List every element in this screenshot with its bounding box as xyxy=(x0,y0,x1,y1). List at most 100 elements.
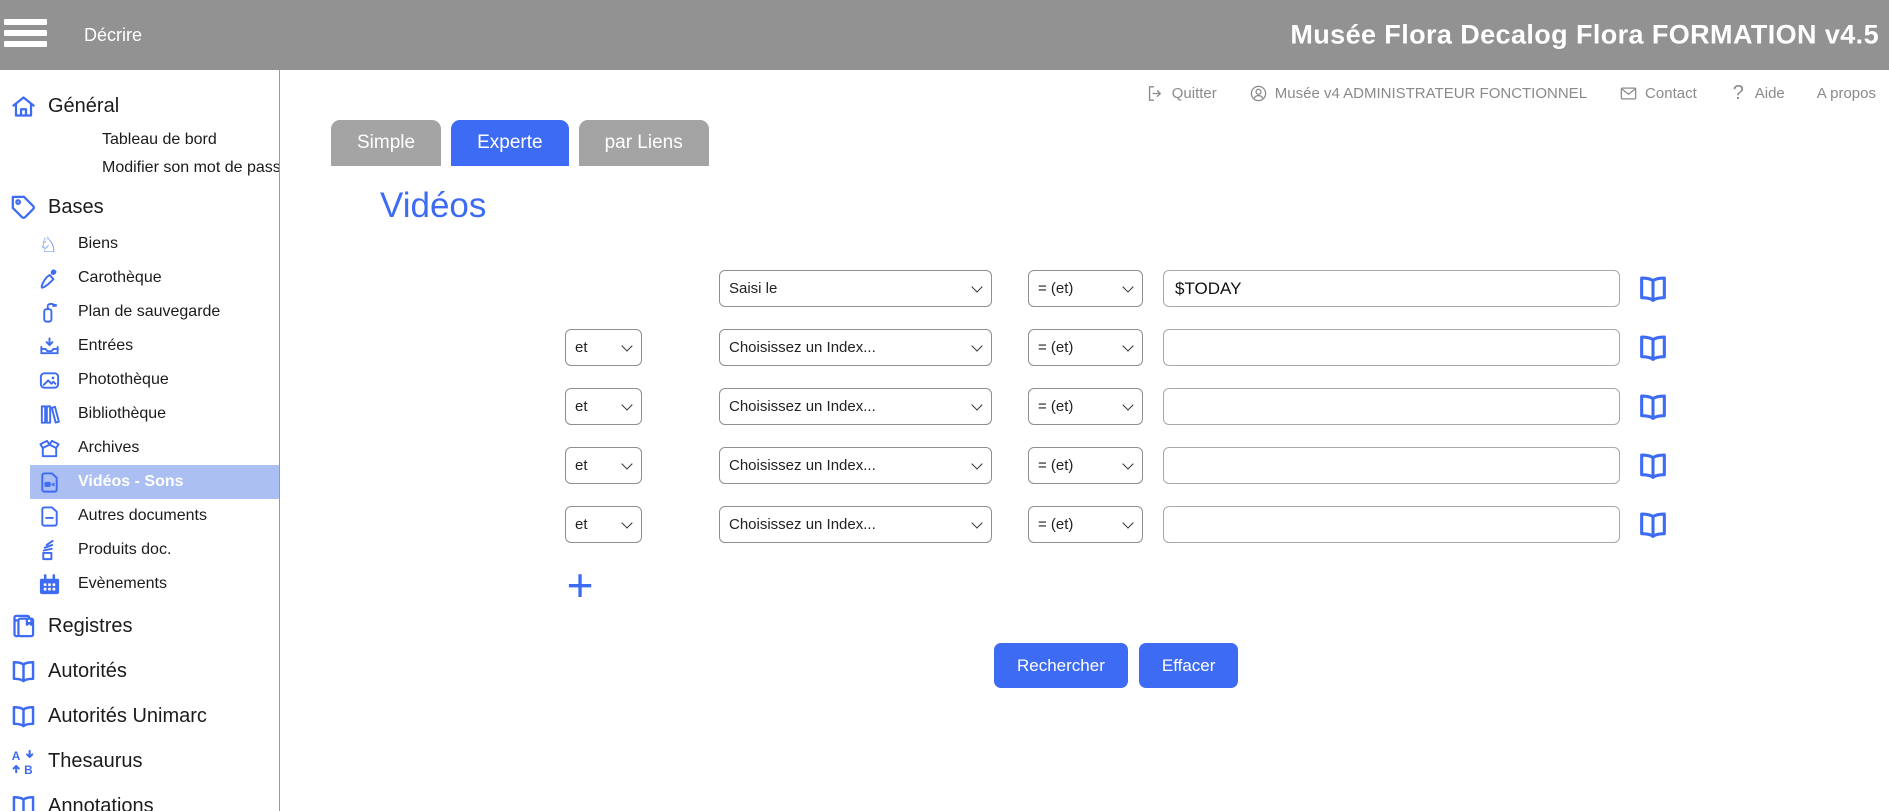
sidebar-item-entrees[interactable]: Entrées xyxy=(0,329,279,363)
index-select[interactable]: Choisissez un Index... xyxy=(719,388,992,425)
sidebar-item-tableau-de-bord[interactable]: Tableau de bord xyxy=(0,126,279,154)
index-select[interactable]: Saisi le xyxy=(719,270,992,307)
comparison-operator-select[interactable]: = (et) xyxy=(1028,388,1143,425)
sidebar: Général Tableau de bord Modifier son mot d… xyxy=(0,70,280,811)
index-select[interactable]: Choisissez un Index... xyxy=(719,447,992,484)
module-label: Décrire xyxy=(84,25,142,46)
index-lookup-icon[interactable] xyxy=(1637,273,1669,305)
add-criterion-button[interactable]: + xyxy=(563,565,597,605)
sidebar-item-label: Thesaurus xyxy=(48,750,143,773)
search-value-input[interactable] xyxy=(1163,388,1620,425)
sidebar-item-autorites[interactable]: Autorités xyxy=(0,651,279,691)
core-sample-icon xyxy=(38,267,61,290)
sidebar-item-label: Modifier son mot de passe xyxy=(102,159,280,177)
search-row: et Choisissez un Index... = (et) xyxy=(331,447,1889,484)
sidebar-item-autres-documents[interactable]: Autres documents xyxy=(0,499,279,533)
sidebar-item-label: Général xyxy=(48,95,119,118)
sidebar-item-label: Annotations xyxy=(48,795,154,811)
toplink-quitter[interactable]: Quitter xyxy=(1146,84,1217,103)
content-column: Quitter Musée v4 ADMINISTRATEUR FONCTIONN… xyxy=(280,70,1889,811)
comparison-operator-select[interactable]: = (et) xyxy=(1028,506,1143,543)
index-select[interactable]: Choisissez un Index... xyxy=(719,329,992,366)
hamburger-menu-icon[interactable] xyxy=(4,19,47,47)
sidebar-item-evenements[interactable]: Evènements xyxy=(0,567,279,601)
search-button[interactable]: Rechercher xyxy=(994,643,1128,688)
sidebar-item-label: Autres documents xyxy=(78,507,207,525)
sidebar-item-bases[interactable]: Bases xyxy=(0,187,279,227)
fire-extinguisher-icon xyxy=(38,301,61,324)
search-value-input[interactable] xyxy=(1163,329,1620,366)
sidebar-item-biens[interactable]: ♘Biens xyxy=(0,227,279,261)
toplink-label: Contact xyxy=(1645,85,1697,102)
toplink-label: Quitter xyxy=(1172,85,1217,102)
search-value-input[interactable] xyxy=(1163,270,1620,307)
search-criteria: et Saisi le = (et) et Choisissez un Index...… xyxy=(331,270,1889,543)
tab-par-liens[interactable]: par Liens xyxy=(579,120,709,166)
toplink-label: Aide xyxy=(1755,85,1785,102)
tag-icon xyxy=(10,194,37,221)
sidebar-item-label: Photothèque xyxy=(78,371,169,389)
sidebar-item-general[interactable]: Général xyxy=(0,86,279,126)
sidebar-item-videos-sons[interactable]: Vidéos - Sons xyxy=(30,465,279,499)
open-book-icon xyxy=(10,703,37,730)
svg-text:♘: ♘ xyxy=(39,234,58,256)
sidebar-item-modifier-son-mot-de-passe[interactable]: Modifier son mot de passe xyxy=(0,154,279,182)
sidebar-item-autorites-unimarc[interactable]: Autorités Unimarc xyxy=(0,696,279,736)
toplink-aide[interactable]: ? Aide xyxy=(1729,84,1785,103)
sidebar-item-label: Autorités xyxy=(48,660,127,683)
sidebar-item-label: Tableau de bord xyxy=(102,131,217,149)
bool-operator-select[interactable]: et xyxy=(565,329,642,366)
sidebar-item-label: Archives xyxy=(78,439,139,457)
question-icon: ? xyxy=(1729,84,1748,103)
sidebar-item-label: Autorités Unimarc xyxy=(48,705,207,728)
comparison-operator-select[interactable]: = (et) xyxy=(1028,329,1143,366)
archive-box-icon xyxy=(38,437,61,460)
sidebar-item-carotheque[interactable]: Carothèque xyxy=(0,261,279,295)
page-title: Vidéos xyxy=(380,186,1889,226)
index-lookup-icon[interactable] xyxy=(1637,391,1669,423)
search-row: et Choisissez un Index... = (et) xyxy=(331,388,1889,425)
toplink-musee-v4-administrateur-fonctionnel[interactable]: Musée v4 ADMINISTRATEUR FONCTIONNEL xyxy=(1249,84,1587,103)
sidebar-item-label: Vidéos - Sons xyxy=(78,473,184,491)
books-icon xyxy=(38,403,61,426)
logout-icon xyxy=(1146,84,1165,103)
toplink-label: A propos xyxy=(1817,85,1876,102)
bool-operator-select[interactable]: et xyxy=(565,447,642,484)
paper-stack-icon xyxy=(38,539,61,562)
toplink-contact[interactable]: Contact xyxy=(1619,84,1697,103)
sidebar-item-archives[interactable]: Archives xyxy=(0,431,279,465)
tab-label: Experte xyxy=(477,132,542,154)
app-header: Décrire Musée Flora Decalog Flora FORMAT… xyxy=(0,0,1889,70)
comparison-operator-select[interactable]: = (et) xyxy=(1028,447,1143,484)
sidebar-item-phototheque[interactable]: Photothèque xyxy=(0,363,279,397)
bool-operator-select[interactable]: et xyxy=(565,506,642,543)
index-lookup-icon[interactable] xyxy=(1637,450,1669,482)
sidebar-item-plan-de-sauvegarde[interactable]: Plan de sauvegarde xyxy=(0,295,279,329)
index-lookup-icon[interactable] xyxy=(1637,332,1669,364)
registers-icon xyxy=(10,613,37,640)
home-icon xyxy=(10,93,37,120)
index-select[interactable]: Choisissez un Index... xyxy=(719,506,992,543)
sidebar-item-thesaurus[interactable]: ABThesaurus xyxy=(0,741,279,781)
sidebar-item-label: Bibliothèque xyxy=(78,405,166,423)
sidebar-item-annotations[interactable]: Annotations xyxy=(0,786,279,811)
tab-experte[interactable]: Experte xyxy=(451,120,568,166)
clear-button[interactable]: Effacer xyxy=(1139,643,1239,688)
sidebar-item-registres[interactable]: Registres xyxy=(0,606,279,646)
toplink-a-propos[interactable]: A propos xyxy=(1817,85,1876,102)
bool-operator-select[interactable]: et xyxy=(565,388,642,425)
search-row: et Choisissez un Index... = (et) xyxy=(331,329,1889,366)
open-book-icon xyxy=(10,793,37,811)
index-lookup-icon[interactable] xyxy=(1637,509,1669,541)
sidebar-item-bibliotheque[interactable]: Bibliothèque xyxy=(0,397,279,431)
comparison-operator-select[interactable]: = (et) xyxy=(1028,270,1143,307)
tab-label: par Liens xyxy=(605,132,683,154)
tab-simple[interactable]: Simple xyxy=(331,120,441,166)
search-panel: Simple Experte par Liens Vidéos et Saisi le… xyxy=(280,116,1889,811)
sidebar-item-label: Registres xyxy=(48,615,132,638)
chess-knight-icon: ♘ xyxy=(38,233,61,256)
sidebar-item-produits-doc[interactable]: Produits doc. xyxy=(0,533,279,567)
search-value-input[interactable] xyxy=(1163,447,1620,484)
open-book-icon xyxy=(10,658,37,685)
search-value-input[interactable] xyxy=(1163,506,1620,543)
